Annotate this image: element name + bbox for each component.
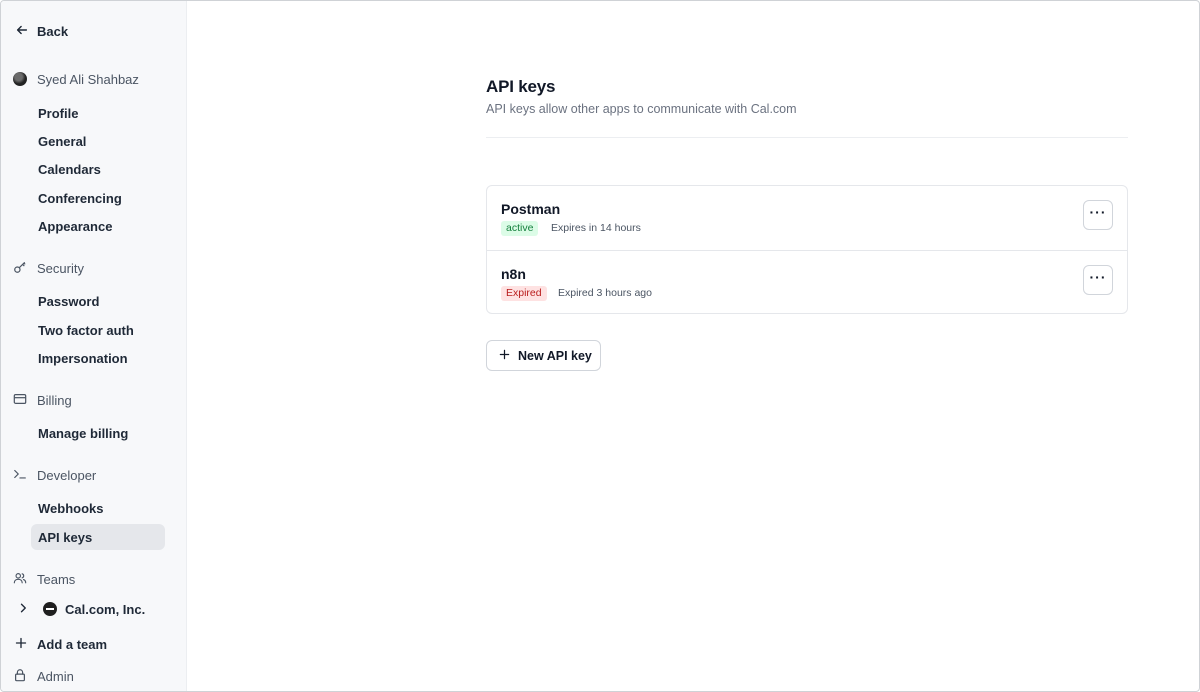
- plus-icon: [499, 349, 510, 363]
- sidebar-item-manage-billing[interactable]: Manage billing: [31, 420, 165, 446]
- sidebar-item-appearance[interactable]: Appearance: [31, 213, 165, 239]
- main-content: API keys API keys allow other apps to co…: [187, 1, 1199, 691]
- status-badge: Expired: [501, 286, 547, 301]
- security-label: Security: [37, 260, 84, 276]
- ellipsis-icon: ···: [1089, 204, 1107, 220]
- new-api-key-label: New API key: [518, 348, 592, 363]
- page-subtitle: API keys allow other apps to communicate…: [486, 102, 797, 116]
- api-key-name: n8n: [501, 266, 526, 282]
- ellipsis-icon: ···: [1089, 269, 1107, 285]
- list-item: Postman active Expires in 14 hours ···: [487, 186, 1127, 250]
- sidebar-item-conferencing[interactable]: Conferencing: [31, 185, 165, 211]
- api-key-expiry: Expired 3 hours ago: [558, 287, 652, 299]
- more-options-button[interactable]: ···: [1083, 200, 1113, 230]
- team-name: Cal.com, Inc.: [65, 601, 146, 617]
- admin-label: Admin: [37, 668, 74, 684]
- api-keys-list: Postman active Expires in 14 hours ··· n…: [486, 185, 1128, 314]
- chevron-right-icon[interactable]: [17, 602, 29, 617]
- page-title: API keys: [486, 77, 556, 96]
- developer-group-header: Developer: [13, 465, 96, 485]
- teams-label: Teams: [37, 571, 76, 587]
- add-team-button[interactable]: Add a team: [15, 634, 107, 654]
- sidebar-item-general[interactable]: General: [31, 128, 165, 154]
- teams-group-header: Teams: [13, 569, 75, 589]
- avatar: [13, 72, 27, 86]
- lock-icon: [13, 668, 27, 685]
- api-key-name: Postman: [501, 201, 561, 217]
- admin-group-header[interactable]: Admin: [13, 666, 74, 686]
- list-item: n8n Expired Expired 3 hours ago ···: [487, 250, 1127, 314]
- sidebar-item-password[interactable]: Password: [31, 288, 165, 314]
- back-button[interactable]: Back: [15, 21, 68, 41]
- sidebar-item-team[interactable]: Cal.com, Inc.: [17, 599, 145, 619]
- sidebar-item-impersonation[interactable]: Impersonation: [31, 345, 165, 371]
- back-label: Back: [37, 23, 69, 39]
- app-window: Back Syed Ali Shahbaz Profile General Ca…: [0, 0, 1200, 692]
- billing-label: Billing: [37, 392, 72, 408]
- more-options-button[interactable]: ···: [1083, 265, 1113, 295]
- account-group-header: Syed Ali Shahbaz: [13, 69, 139, 89]
- sidebar-item-two-factor-auth[interactable]: Two factor auth: [31, 317, 165, 343]
- team-logo-icon: [43, 602, 57, 616]
- sidebar-item-api-keys[interactable]: API keys: [31, 524, 165, 550]
- status-badge: active: [501, 221, 539, 236]
- header-divider: [486, 137, 1128, 138]
- add-team-label: Add a team: [37, 636, 108, 652]
- sidebar-item-profile[interactable]: Profile: [31, 100, 165, 126]
- security-group-header: Security: [13, 258, 84, 278]
- plus-icon: [15, 637, 27, 652]
- sidebar-item-calendars[interactable]: Calendars: [31, 156, 165, 182]
- settings-sidebar: Back Syed Ali Shahbaz Profile General Ca…: [1, 1, 187, 691]
- account-name: Syed Ali Shahbaz: [37, 71, 139, 87]
- billing-group-header: Billing: [13, 390, 72, 410]
- users-icon: [13, 571, 27, 588]
- new-api-key-button[interactable]: New API key: [486, 340, 601, 371]
- terminal-icon: [13, 467, 27, 484]
- arrow-left-icon: [15, 23, 29, 40]
- developer-label: Developer: [37, 467, 97, 483]
- key-icon: [13, 260, 27, 277]
- credit-card-icon: [13, 392, 27, 409]
- api-key-expiry: Expires in 14 hours: [551, 222, 641, 234]
- sidebar-item-webhooks[interactable]: Webhooks: [31, 495, 165, 521]
